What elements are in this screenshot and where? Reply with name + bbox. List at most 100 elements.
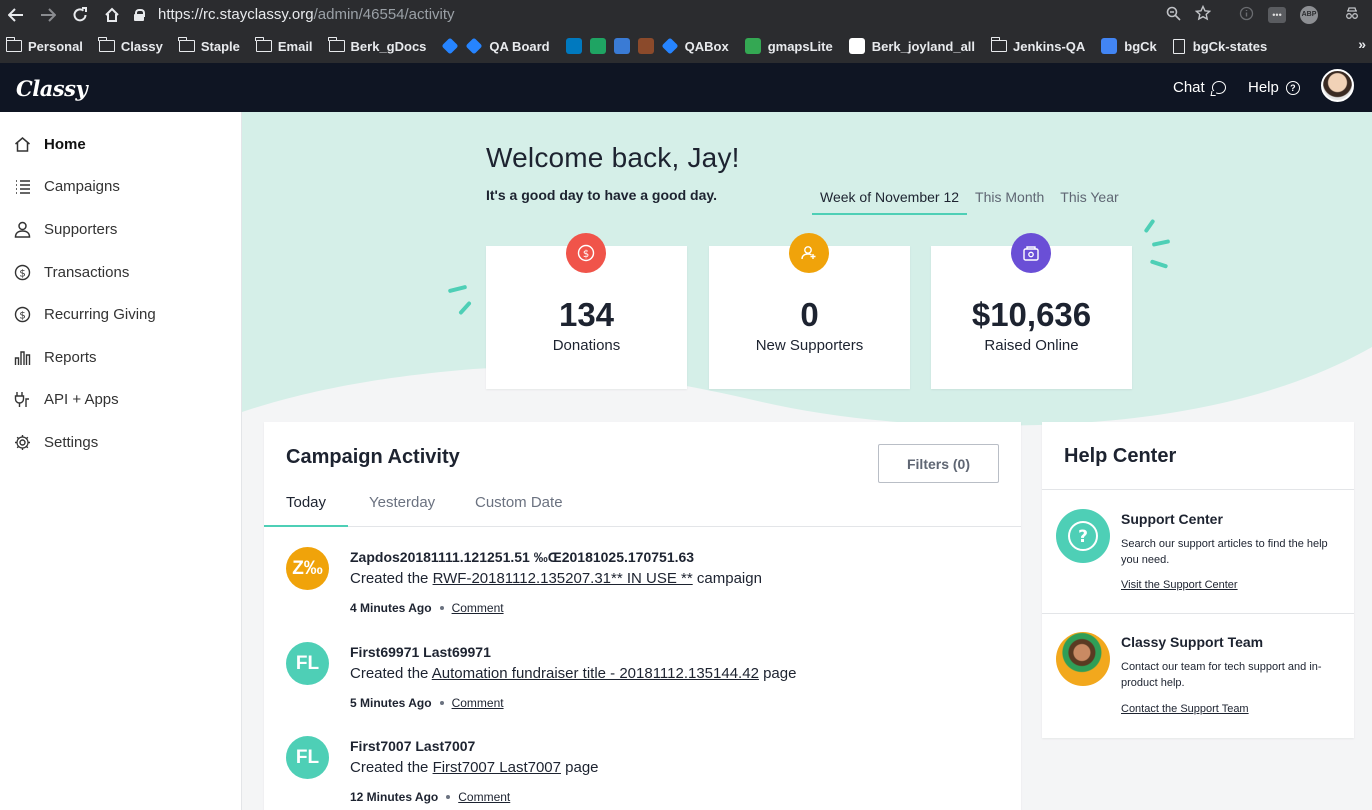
trello-icon [565, 38, 582, 54]
home-browser-icon[interactable] [96, 0, 128, 29]
bookmark-item[interactable]: Staple [178, 29, 248, 63]
tab-today[interactable]: Today [264, 494, 349, 527]
extension-dots-icon[interactable]: ••• [1268, 6, 1286, 23]
tab-this-year[interactable]: This Year [1052, 189, 1126, 215]
activity-time: 12 Minutes Ago [350, 790, 439, 804]
sidebar-item-label: Settings [44, 433, 99, 451]
stat-card-raised-online[interactable]: $10,636 Raised Online [931, 233, 1132, 389]
add-user-icon [789, 233, 829, 273]
reload-icon[interactable] [64, 0, 96, 29]
svg-text:$: $ [19, 268, 25, 279]
plug-icon [14, 391, 31, 408]
sidebar-item-campaigns[interactable]: Campaigns [0, 171, 241, 201]
bookmark-item[interactable]: gmapsLite [744, 29, 841, 63]
activity-link[interactable]: Automation fundraiser title - 20181112.1… [432, 665, 759, 682]
tab-custom-date[interactable]: Custom Date [453, 494, 585, 527]
stat-card-new-supporters[interactable]: 0 New Supporters [709, 233, 910, 389]
comment-link[interactable]: Comment [452, 601, 504, 615]
sidebar-item-recurring-giving[interactable]: $ Recurring Giving [0, 299, 241, 329]
bookmark-item[interactable]: QABox [661, 29, 737, 63]
bookmark-item[interactable]: QA Board [465, 29, 557, 63]
chat-button[interactable]: Chat [1173, 79, 1226, 96]
folder-icon [328, 37, 345, 52]
bookmark-item[interactable] [565, 29, 582, 63]
activity-link[interactable]: First7007 Last7007 [433, 759, 561, 776]
stat-card-donations[interactable]: $ 134 Donations [486, 233, 687, 389]
support-team-section: Classy Support Team Contact our team for… [1042, 614, 1354, 738]
svg-text:?: ? [1078, 527, 1088, 547]
dollar-coin-icon: $ [566, 233, 606, 273]
bookmarks-overflow-icon[interactable]: » [1358, 36, 1366, 52]
browser-actions: ••• ABP [1166, 0, 1372, 29]
confluence-icon [661, 37, 679, 55]
sidebar-item-transactions[interactable]: $ Transactions [0, 257, 241, 287]
bookmark-item[interactable]: Berk_gDocs [328, 29, 435, 63]
bookmark-item[interactable]: Classy [98, 29, 171, 63]
activity-actor-name: Zapdos20181111.121251.51 ‰Œ20181025.1707… [350, 549, 695, 565]
stat-label: New Supporters [755, 337, 864, 354]
classy-logo[interactable]: Classy [16, 76, 88, 101]
sidebar-item-label: Recurring Giving [44, 305, 156, 323]
activity-link[interactable]: RWF-20181112.135207.31** IN USE ** [433, 570, 693, 587]
sidebar-item-supporters[interactable]: Supporters [0, 214, 241, 244]
bookmark-item[interactable] [441, 29, 459, 63]
sidebar-item-settings[interactable]: Settings [0, 427, 241, 457]
contact-support-team-link[interactable]: Contact the Support Team [1121, 703, 1249, 715]
jira-icon [441, 37, 459, 55]
activity-actor-name: First69971 Last69971 [350, 644, 491, 660]
maps-icon [744, 38, 761, 54]
stat-value: 134 [558, 296, 615, 333]
grid-icon [613, 38, 630, 54]
section-text: Search our support articles to find the … [1121, 538, 1328, 566]
visit-support-center-link[interactable]: Visit the Support Center [1121, 579, 1238, 591]
comment-link[interactable]: Comment [452, 696, 504, 710]
activity-meta: 4 Minutes Ago Comment [350, 601, 504, 615]
tab-yesterday[interactable]: Yesterday [347, 494, 457, 527]
avatar[interactable]: FL [286, 642, 329, 685]
spy-icon[interactable] [1344, 6, 1360, 23]
forward-arrow-icon[interactable] [32, 0, 64, 29]
panel-title: Help Center [1064, 445, 1177, 467]
mail-icon [848, 38, 865, 54]
bookmark-item[interactable]: Personal [5, 29, 91, 63]
sidebar-item-api-apps[interactable]: API + Apps [0, 384, 241, 414]
sidebar-item-label: Campaigns [44, 177, 120, 195]
bookmark-item[interactable]: bgCk [1101, 29, 1165, 63]
bookmark-item[interactable]: Email [255, 29, 321, 63]
avatar[interactable]: Z‰ [286, 547, 329, 590]
address-bar[interactable]: https://rc.stayclassy.org/admin/46554/ac… [134, 3, 455, 26]
question-circle-icon: ? [1056, 509, 1110, 563]
pic-icon [637, 38, 654, 54]
bookmark-item[interactable]: Jenkins-QA [990, 29, 1093, 63]
bookmark-item[interactable]: bgCk-states [1172, 29, 1275, 63]
jira-icon [465, 37, 483, 55]
comment-link[interactable]: Comment [458, 790, 510, 804]
activity-prefix: Created the [350, 759, 429, 776]
list-item: FL First69971 Last69971 Created the Auto… [286, 642, 1006, 732]
star-icon[interactable] [1194, 4, 1212, 24]
help-button[interactable]: Help ? [1248, 79, 1300, 96]
help-label: Help [1248, 79, 1279, 96]
filters-button[interactable]: Filters (0) [878, 444, 999, 483]
bookmark-item[interactable]: Berk_joyland_all [848, 29, 983, 63]
user-avatar[interactable] [1321, 69, 1354, 102]
info-icon[interactable] [1239, 6, 1254, 24]
adblock-icon[interactable]: ABP [1300, 5, 1318, 24]
zoom-icon[interactable] [1166, 6, 1181, 24]
bookmark-label: Classy [120, 38, 163, 54]
svg-text:$: $ [583, 249, 589, 260]
tab-week[interactable]: Week of November 12 [812, 189, 968, 215]
activity-prefix: Created the [350, 570, 429, 587]
tab-this-month[interactable]: This Month [967, 189, 1052, 215]
sidebar-item-home[interactable]: Home [0, 129, 241, 159]
avatar[interactable]: FL [286, 736, 329, 779]
sidebar-item-reports[interactable]: Reports [0, 342, 241, 372]
bookmark-item[interactable] [613, 29, 630, 63]
bookmark-item[interactable] [589, 29, 606, 63]
sidebar-item-label: API + Apps [44, 390, 119, 408]
bookmark-label: Staple [200, 38, 240, 54]
back-arrow-icon[interactable] [0, 0, 32, 29]
bookmark-item[interactable] [637, 29, 654, 63]
bookmark-label: Personal [28, 38, 83, 54]
bookmark-label: Email [277, 38, 313, 54]
